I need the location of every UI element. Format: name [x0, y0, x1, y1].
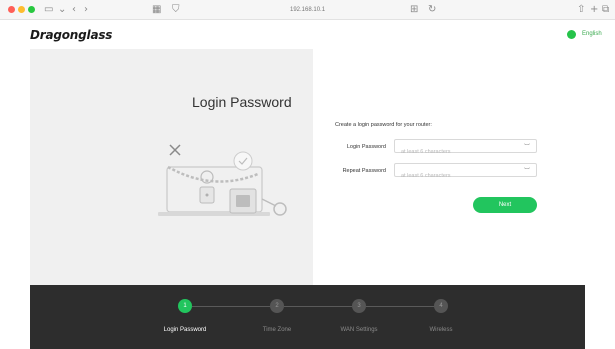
page-title: Login Password: [192, 94, 292, 110]
language-selector[interactable]: English: [582, 30, 602, 39]
new-tab-icon[interactable]: +: [590, 3, 598, 17]
eye-closed-icon[interactable]: ︶: [524, 166, 530, 175]
repeat-password-input[interactable]: [395, 170, 515, 182]
forward-icon[interactable]: ›: [84, 3, 88, 17]
app-header: Dragonglass English: [0, 21, 615, 48]
step-4-indicator: 4: [434, 299, 448, 313]
step-2-label: Time Zone: [262, 327, 292, 333]
minimize-window-button[interactable]: [18, 6, 25, 13]
login-password-input[interactable]: [395, 146, 515, 158]
step-connector: [366, 306, 434, 307]
step-1-indicator: 1: [178, 299, 192, 313]
sidebar-icon[interactable]: ▭: [44, 3, 53, 17]
repeat-password-field[interactable]: ︶: [394, 163, 537, 182]
browser-toolbar: ▭ ⌄ ‹ › ▦ ⛉ 192.168.10.1 ⊞ ↻ ⇧ + ⧉: [0, 0, 615, 20]
zoom-window-button[interactable]: [28, 6, 35, 13]
step-3-label: WAN Settings: [340, 327, 378, 333]
router-lock-illustration: [158, 144, 287, 216]
login-password-label: Login Password: [346, 144, 386, 150]
repeat-password-label: Repeat Password: [342, 168, 386, 174]
share-icon[interactable]: ⇧: [577, 3, 585, 17]
illustration-panel: [30, 49, 313, 285]
eye-closed-icon[interactable]: ︶: [524, 142, 530, 151]
step-connector: [284, 306, 352, 307]
setup-stepper: 1 2 3 4 Login Password Time Zone WAN Set…: [30, 285, 585, 349]
language-icon[interactable]: [567, 30, 576, 39]
translate-icon[interactable]: ⊞: [410, 3, 418, 17]
chevron-down-icon[interactable]: ⌄: [58, 3, 66, 17]
privacy-report-icon[interactable]: ▦: [152, 3, 161, 17]
step-4-label: Wireless: [429, 327, 453, 333]
back-icon[interactable]: ‹: [72, 3, 76, 17]
reload-icon[interactable]: ↻: [428, 3, 436, 17]
address-bar[interactable]: 192.168.10.1: [290, 4, 325, 16]
logo: Dragonglass: [30, 28, 113, 42]
step-1-label: Login Password: [163, 327, 207, 333]
step-connector: [192, 306, 270, 307]
close-window-button[interactable]: [8, 6, 15, 13]
step-2-indicator: 2: [270, 299, 284, 313]
step-3-indicator: 3: [352, 299, 366, 313]
login-password-field[interactable]: ︶: [394, 139, 537, 158]
tab-overview-icon[interactable]: ⧉: [602, 3, 609, 17]
next-button[interactable]: Next: [473, 197, 537, 213]
shield-icon[interactable]: ⛉: [172, 3, 180, 17]
form-instructions: Create a login password for your router:: [335, 122, 432, 128]
